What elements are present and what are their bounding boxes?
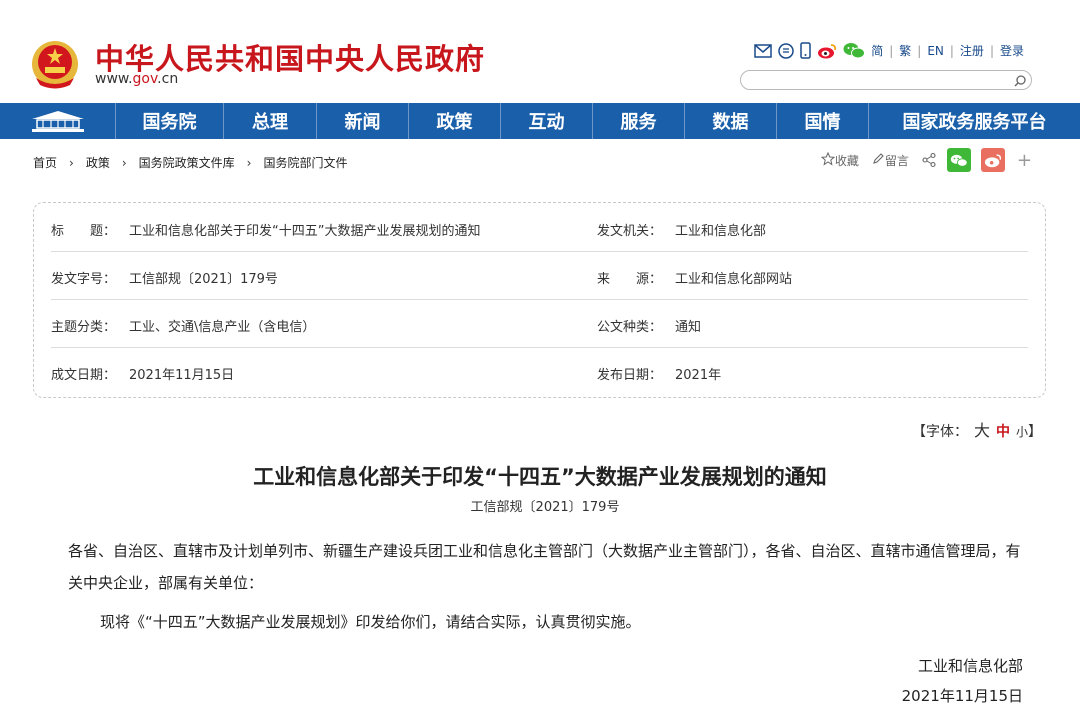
font-size-medium-button[interactable]: 中 [996,424,1010,440]
chevron-right-icon: › [121,155,127,170]
nav-premier[interactable]: 总理 [224,103,317,139]
comment-button[interactable]: 留言 [871,152,909,169]
breadcrumb-home[interactable]: 首页 [33,154,57,171]
divider: | [889,43,894,58]
weibo-icon[interactable] [817,43,837,59]
category-value: 工业、交通\信息产业（含电信） [129,320,316,335]
breadcrumb-dept-docs[interactable]: 国务院部门文件 [263,154,347,171]
document-metadata-box: 标 题： 工业和信息化部关于印发“十四五”大数据产业发展规划的通知 发文机关： … [33,202,1046,398]
link-register[interactable]: 注册 [960,42,984,59]
article-doc-number: 工信部规〔2021〕179号 [470,500,620,515]
nav-interaction[interactable]: 互动 [501,103,593,139]
font-size-large-button[interactable]: 大 [974,421,990,440]
mobile-icon[interactable] [800,42,811,59]
breadcrumb: 首页 › 政策 › 国务院政策文件库 › 国务院部门文件 [33,154,348,171]
doc-number-value: 工信部规〔2021〕179号 [129,272,278,287]
doc-type-value: 通知 [675,320,702,335]
search-input[interactable] [751,72,1005,88]
pencil-icon [871,152,885,169]
written-date-value: 2021年11月15日 [129,368,235,383]
link-english[interactable]: EN [927,44,944,58]
article-paragraph: 各省、自治区、直辖市及计划单列市、新疆生产建设兵团工业和信息化主管部门（大数据产… [68,542,1021,592]
nav-news[interactable]: 新闻 [317,103,409,139]
issuer-value: 工业和信息化部 [675,224,767,239]
site-url-domain: gov [132,71,158,87]
link-login[interactable]: 登录 [1000,42,1024,59]
comment-label: 留言 [884,153,909,168]
link-traditional[interactable]: 繁 [899,42,911,59]
doc-number-label: 发文字号： [51,272,117,287]
title-value: 工业和信息化部关于印发“十四五”大数据产业发展规划的通知 [129,224,481,239]
nav-national-info[interactable]: 国情 [777,103,869,139]
site-header: 中华人民共和国中央人民政府 www.gov.cn 简 | 繁 | EN | 注册… [0,0,1080,103]
share-icon[interactable] [921,152,937,168]
publish-date-label: 发布日期： [597,368,663,383]
favorite-button[interactable]: 收藏 [820,151,859,169]
metadata-row: 标 题： 工业和信息化部关于印发“十四五”大数据产业发展规划的通知 发文机关： … [51,203,1028,252]
link-simplified[interactable]: 简 [871,42,883,59]
share-wechat-icon[interactable] [946,148,971,172]
metadata-row: 成文日期： 2021年11月15日 发布日期： 2021年 [51,347,1028,395]
article-tools: 收藏 留言 + [809,148,1032,172]
nav-policy[interactable]: 政策 [409,103,501,139]
search-icon[interactable] [1013,73,1027,87]
search-box [740,70,1032,90]
issuer-label: 发文机关： [597,224,663,239]
font-size-suffix: 】 [1028,424,1042,440]
divider: | [949,43,954,58]
written-date-label: 成文日期： [51,368,117,383]
article-signer: 工业和信息化部 [917,657,1023,675]
nav-gov-service-platform[interactable]: 国家政务服务平台 [869,103,1080,139]
font-size-switcher: 【字体： 大中小】 [912,417,1042,441]
article-date: 2021年11月15日 [901,687,1023,705]
mail-icon[interactable] [754,43,772,58]
nav-services[interactable]: 服务 [593,103,685,139]
wechat-icon[interactable] [843,42,866,59]
main-nav: 国务院 总理 新闻 政策 互动 服务 数据 国情 国家政务服务平台 [0,103,1080,139]
site-url-prefix: www. [95,71,133,87]
font-size-small-button[interactable]: 小 [1016,425,1028,439]
font-size-prefix: 【字体： [911,424,968,440]
metadata-row: 主题分类： 工业、交通\信息产业（含电信） 公文种类： 通知 [51,299,1028,348]
title-label: 标 题： [51,224,117,239]
chevron-right-icon: › [246,155,252,170]
publish-date-value: 2021年 [675,368,722,383]
source-value: 工业和信息化部网站 [675,272,793,287]
divider: | [989,43,994,58]
national-emblem-icon[interactable] [30,38,80,90]
article-title: 工业和信息化部关于印发“十四五”大数据产业发展规划的通知 [253,465,827,489]
category-label: 主题分类： [51,320,117,335]
nav-home-building-icon[interactable] [0,103,116,139]
rss-icon[interactable] [778,42,794,59]
star-icon [820,151,836,169]
top-links: 简 | 繁 | EN | 注册 | 登录 [754,42,1024,59]
site-url[interactable]: www.gov.cn [95,71,178,87]
breadcrumb-policy-library[interactable]: 国务院政策文件库 [139,154,235,171]
metadata-row: 发文字号： 工信部规〔2021〕179号 来 源： 工业和信息化部网站 [51,251,1028,300]
nav-data[interactable]: 数据 [685,103,777,139]
site-url-suffix: .cn [157,71,179,87]
more-share-button[interactable]: + [1017,150,1032,171]
favorite-label: 收藏 [834,153,859,168]
breadcrumb-policy[interactable]: 政策 [86,154,110,171]
divider: | [917,43,922,58]
source-label: 来 源： [597,272,663,287]
nav-state-council[interactable]: 国务院 [116,103,224,139]
share-weibo-icon[interactable] [980,148,1005,172]
doc-type-label: 公文种类： [597,320,663,335]
article-paragraph: 现将《“十四五”大数据产业发展规划》印发给你们，请结合实际，认真贯彻实施。 [100,613,641,631]
chevron-right-icon: › [69,155,74,170]
